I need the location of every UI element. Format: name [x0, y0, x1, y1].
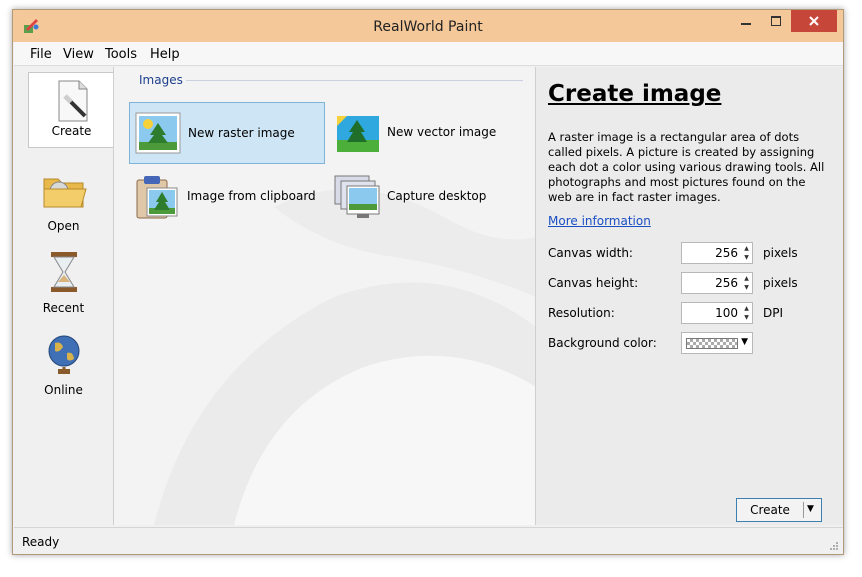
- raster-image-icon: [135, 112, 181, 154]
- menu-tools[interactable]: Tools: [105, 47, 137, 62]
- nav-item-online[interactable]: Online: [14, 326, 113, 406]
- capture-desktop-label: Capture desktop: [387, 189, 487, 203]
- capture-desktop-item[interactable]: Capture desktop: [329, 166, 525, 228]
- canvas-height-input[interactable]: 256 ▲ ▼: [681, 272, 753, 294]
- panel-title: Create image: [548, 81, 722, 107]
- background-color-label: Background color:: [548, 336, 657, 350]
- close-icon: [809, 16, 819, 26]
- new-raster-image-item[interactable]: New raster image: [129, 102, 325, 164]
- panel-description: A raster image is a rectangular area of …: [548, 130, 825, 204]
- resolution-label: Resolution:: [548, 306, 615, 320]
- canvas-height-label: Canvas height:: [548, 276, 639, 290]
- nav-label-recent: Recent: [42, 301, 85, 315]
- maximize-button[interactable]: [761, 10, 791, 32]
- create-document-icon: [58, 80, 87, 122]
- minimize-button[interactable]: [731, 10, 761, 32]
- open-folder-icon: [43, 178, 87, 208]
- menu-bar: File View Tools Help: [14, 42, 843, 66]
- spin-arrows-icon[interactable]: ▲ ▼: [742, 274, 751, 292]
- resolution-input[interactable]: 100 ▲ ▼: [681, 302, 753, 324]
- sidebar-nav: Create Open Recent Online: [14, 67, 114, 527]
- resolution-value: 100: [715, 306, 738, 320]
- app-window: RealWorld Paint File View Tools Help Cre…: [12, 9, 844, 555]
- transparent-swatch: [686, 338, 738, 349]
- background-color-picker[interactable]: ▼: [681, 332, 753, 354]
- menu-view[interactable]: View: [63, 47, 94, 62]
- more-information-link[interactable]: More information: [548, 214, 651, 228]
- window-title: RealWorld Paint: [373, 19, 483, 35]
- nav-item-create[interactable]: Create: [28, 72, 114, 148]
- create-button-label: Create: [750, 503, 790, 517]
- canvas-width-unit: pixels: [763, 246, 798, 260]
- canvas-height-unit: pixels: [763, 276, 798, 290]
- nav-label-create: Create: [51, 124, 92, 138]
- canvas-width-label: Canvas width:: [548, 246, 633, 260]
- split-divider: [803, 502, 804, 518]
- images-group-label: Images: [139, 73, 183, 87]
- nav-label-online: Online: [44, 383, 83, 397]
- template-panel: Images New raster image New vector image: [113, 67, 535, 525]
- create-button[interactable]: Create ▼: [736, 498, 822, 522]
- chevron-down-icon[interactable]: ▼: [807, 504, 814, 514]
- menu-help[interactable]: Help: [150, 47, 180, 62]
- chevron-down-icon: ▼: [741, 337, 748, 347]
- nav-item-open[interactable]: Open: [14, 162, 113, 242]
- vector-image-icon: [337, 116, 379, 152]
- canvas-height-value: 256: [715, 276, 738, 290]
- globe-icon: [48, 335, 79, 374]
- new-vector-image-item[interactable]: New vector image: [329, 102, 525, 164]
- image-from-clipboard-label: Image from clipboard: [187, 189, 316, 203]
- resize-grip-icon[interactable]: [829, 541, 839, 551]
- nav-label-open: Open: [47, 219, 80, 233]
- image-from-clipboard-item[interactable]: Image from clipboard: [129, 166, 325, 228]
- maximize-icon: [771, 16, 781, 26]
- spin-arrows-icon[interactable]: ▲ ▼: [742, 304, 751, 322]
- clipboard-image-icon: [136, 176, 178, 219]
- new-raster-image-label: New raster image: [188, 126, 295, 140]
- status-bar: Ready: [14, 527, 843, 554]
- title-bar[interactable]: RealWorld Paint: [13, 10, 843, 42]
- status-text: Ready: [22, 535, 60, 549]
- spin-arrows-icon[interactable]: ▲ ▼: [742, 244, 751, 262]
- minimize-icon: [741, 23, 751, 25]
- nav-item-recent[interactable]: Recent: [14, 244, 113, 324]
- menu-file[interactable]: File: [30, 47, 52, 62]
- canvas-width-value: 256: [715, 246, 738, 260]
- resolution-unit: DPI: [763, 306, 784, 320]
- capture-desktop-icon: [334, 175, 380, 218]
- details-panel: Create image A raster image is a rectang…: [535, 67, 843, 525]
- close-button[interactable]: [791, 10, 837, 32]
- new-vector-image-label: New vector image: [387, 125, 497, 139]
- canvas-width-input[interactable]: 256 ▲ ▼: [681, 242, 753, 264]
- hourglass-icon: [50, 252, 77, 292]
- group-divider: [186, 80, 523, 81]
